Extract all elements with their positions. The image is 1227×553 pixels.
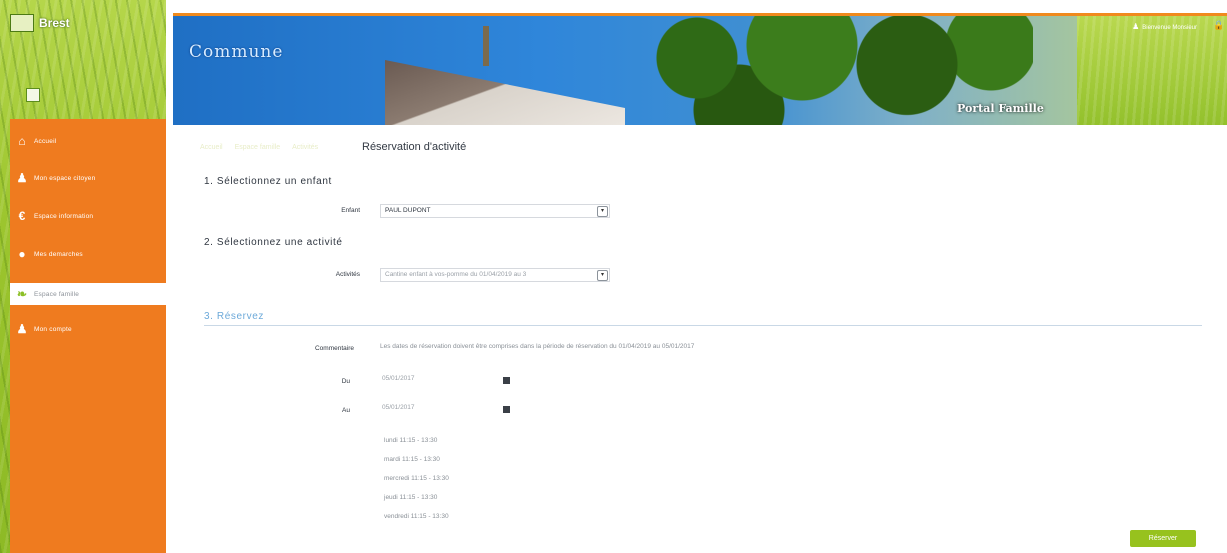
chevron-down-icon: ▾	[597, 270, 608, 281]
calendar-icon[interactable]	[503, 406, 510, 413]
activity-select[interactable]: Cantine enfant à vos-pomme du 01/04/2019…	[380, 268, 610, 282]
lock-icon[interactable]: 🔒	[1213, 20, 1224, 30]
child-select[interactable]: PAUL DUPONT ▾	[380, 204, 610, 218]
user-link[interactable]: ♟ Bienvenue Monsieur	[1132, 22, 1197, 31]
sidebar-item-mon-compte[interactable]: ♟ Mon compte	[10, 318, 166, 340]
chevron-down-icon: ▾	[597, 206, 608, 217]
sidebar-item-label: Espace famille	[34, 290, 80, 298]
calendar-icon[interactable]	[503, 377, 510, 384]
to-date-input[interactable]: 05/01/2017	[382, 404, 502, 415]
sidebar-nav: ⌂ Accueil ♟ Mon espace citoyen € Espace …	[10, 119, 166, 553]
breadcrumb-item[interactable]: Espace famille	[235, 144, 281, 151]
comment-label: Commentaire	[314, 345, 354, 352]
breadcrumb-item[interactable]: Accueil	[200, 144, 223, 151]
sidebar-item-label: Accueil	[34, 137, 57, 145]
user-icon: ♟	[1132, 22, 1140, 31]
person-icon: ♟	[16, 171, 28, 185]
menu-toggle-icon[interactable]	[26, 88, 40, 102]
time-slot: lundi 11:15 - 13:30	[384, 437, 438, 444]
sidebar-item-label: Espace information	[34, 212, 94, 220]
to-date-value: 05/01/2017	[382, 404, 415, 411]
user-link-label: Bienvenue Monsieur	[1142, 25, 1197, 31]
activity-select-value: Cantine enfant à vos-pomme du 01/04/2019…	[385, 271, 527, 278]
page-title: Réservation d'activité	[362, 141, 467, 153]
leaf-icon: ❧	[16, 287, 28, 301]
step2-title: 2. Sélectionnez une activité	[204, 237, 343, 248]
sidebar-item-accueil[interactable]: ⌂ Accueil	[10, 130, 166, 152]
sidebar-item-mon-espace[interactable]: ♟ Mon espace citoyen	[10, 167, 166, 189]
portal-label: Portal Famille	[957, 102, 1044, 115]
from-label: Du	[341, 378, 350, 385]
home-icon: ⌂	[18, 134, 26, 148]
breadcrumb-item[interactable]: Activités	[292, 144, 318, 151]
banner-spire-image	[483, 26, 489, 66]
step1-title: 1. Sélectionnez un enfant	[204, 176, 332, 187]
section-divider	[204, 325, 1202, 326]
sidebar-item-label: Mon compte	[34, 325, 72, 333]
from-date-input[interactable]: 05/01/2017	[382, 375, 502, 386]
submit-button[interactable]: Réserver	[1130, 530, 1196, 547]
header-banner: Commune Portal Famille ♟ Bienvenue Monsie…	[173, 13, 1227, 125]
time-slot: mercredi 11:15 - 13:30	[384, 475, 449, 482]
child-select-value: PAUL DUPONT	[385, 207, 431, 214]
sidebar-item-label: Mon espace citoyen	[34, 174, 96, 182]
logo-text: Brest	[39, 16, 70, 30]
time-slot: vendredi 11:15 - 13:30	[384, 513, 449, 520]
comment-text: Les dates de réservation doivent être co…	[380, 343, 695, 350]
sidebar-item-demarches[interactable]: ● Mes demarches	[10, 243, 166, 265]
child-label: Enfant	[341, 207, 360, 214]
step3-title: 3. Réservez	[204, 311, 264, 322]
sidebar-item-information[interactable]: € Espace information	[10, 205, 166, 227]
sidebar-item-label: Mes demarches	[34, 250, 83, 258]
info-icon: €	[18, 209, 26, 223]
time-slot: mardi 11:15 - 13:30	[384, 456, 440, 463]
logo-icon	[10, 14, 34, 32]
logo[interactable]: Brest	[10, 14, 70, 32]
banner-church-image	[385, 60, 625, 125]
person-icon: ♟	[16, 322, 28, 336]
chat-icon: ●	[18, 247, 26, 261]
to-label: Au	[342, 407, 350, 414]
banner-grass-image	[1077, 16, 1227, 125]
from-date-value: 05/01/2017	[382, 375, 415, 382]
sidebar-item-espace-famille[interactable]: ❧ Espace famille	[10, 283, 166, 305]
time-slot: jeudi 11:15 - 13:30	[384, 494, 438, 501]
breadcrumb: Accueil Espace famille Activités	[200, 144, 318, 151]
activity-label: Activités	[335, 271, 360, 278]
site-title: Commune	[189, 42, 284, 62]
